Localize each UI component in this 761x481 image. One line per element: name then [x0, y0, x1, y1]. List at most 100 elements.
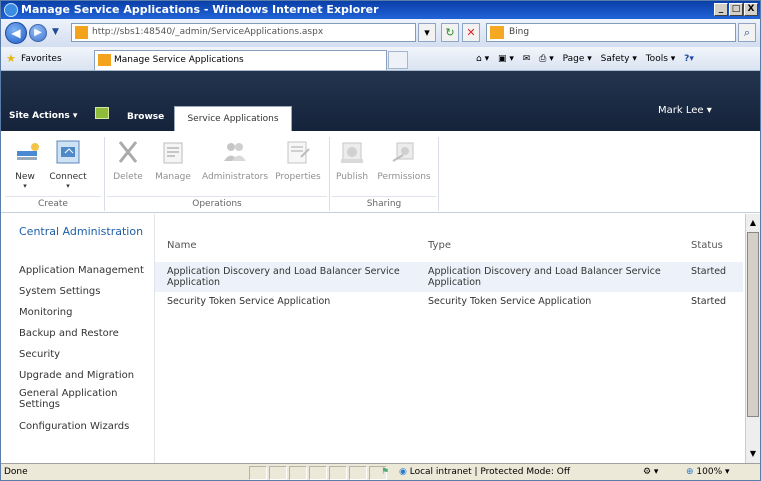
scroll-up-icon[interactable]: ▲ [746, 216, 760, 230]
maximize-button[interactable]: □ [729, 3, 743, 16]
new-button[interactable]: New ▾ [11, 139, 39, 190]
command-bar: ⌂ ▾ ▣ ▾ ✉ ⎙ ▾ Page ▾ Safety ▾ Tools ▾ ?▾ [476, 47, 700, 71]
search-input[interactable]: Bing [486, 23, 736, 42]
status-pane [249, 466, 267, 480]
ribbon-separator [438, 137, 439, 211]
status-text: Done [4, 467, 28, 477]
print-icon[interactable]: ⎙ ▾ [539, 54, 554, 64]
manage-icon [163, 142, 183, 164]
scroll-thumb[interactable] [747, 232, 759, 417]
search-button[interactable]: ⌕ [738, 23, 756, 42]
central-administration-link[interactable]: Central Administration [19, 225, 149, 238]
address-input[interactable]: http://sbs1:48540/_admin/ServiceApplicat… [71, 23, 416, 42]
favorites-button[interactable]: Favorites [21, 47, 62, 71]
nav-item-general-application-settings[interactable]: General Application Settings [19, 388, 139, 410]
forward-button[interactable]: ▶ [29, 24, 47, 42]
nav-item-upgrade-and-migration[interactable]: Upgrade and Migration [19, 370, 153, 382]
nav-item-monitoring[interactable]: Monitoring [19, 307, 153, 319]
zoom-text: 100% [696, 467, 723, 477]
administrators-button[interactable]: Administrators [201, 139, 269, 182]
row-name[interactable]: Security Token Service Application [167, 296, 407, 307]
close-button[interactable]: X [744, 3, 758, 16]
security-zone[interactable]: ◉ Local intranet | Protected Mode: Off [399, 464, 570, 480]
tab-service-applications[interactable]: Service Applications [174, 106, 292, 131]
user-menu[interactable]: Mark Lee ▾ [658, 105, 712, 116]
home-icon[interactable]: ⌂ ▾ [476, 54, 489, 64]
back-button[interactable]: ◀ [5, 22, 27, 44]
row-type: Security Token Service Application [428, 296, 592, 307]
address-dropdown-button[interactable]: ▾ [418, 23, 436, 42]
nav-item-application-management[interactable]: Application Management [19, 265, 153, 277]
ribbon-separator [104, 137, 105, 211]
stop-button[interactable]: ✕ [462, 23, 480, 42]
site-actions-menu[interactable]: Site Actions ▾ [9, 111, 77, 121]
publish-label: Publish [335, 172, 369, 182]
status-pane [309, 466, 327, 480]
feeds-icon[interactable]: ▣ ▾ [498, 54, 514, 64]
zoom-dropdown-icon[interactable]: ▾ [725, 467, 730, 477]
table-row[interactable]: Security Token Service Application Secur… [155, 296, 743, 312]
navigate-up-icon[interactable] [95, 107, 109, 119]
manage-label: Manage [155, 172, 191, 182]
favorites-star-icon: ★ [6, 52, 16, 65]
url-text: http://sbs1:48540/_admin/ServiceApplicat… [92, 27, 324, 37]
zoom-control[interactable]: ⊕ 100% ▾ [686, 464, 730, 480]
tab-browse[interactable]: Browse [127, 112, 164, 122]
ribbon-separator [329, 137, 330, 211]
scroll-down-icon[interactable]: ▼ [746, 447, 760, 461]
status-bar: Done ⚑ ◉ Local intranet | Protected Mode… [1, 463, 760, 480]
search-provider-text: Bing [509, 27, 530, 37]
history-dropdown-icon[interactable]: ▼ [52, 27, 59, 37]
delete-button[interactable]: Delete [112, 139, 144, 182]
title-bar: Manage Service Applications - Windows In… [1, 1, 760, 19]
permissions-button[interactable]: Permissions [374, 139, 434, 182]
sharepoint-header: Site Actions ▾ Browse Service Applicatio… [1, 71, 760, 131]
manage-button[interactable]: Manage [151, 139, 195, 182]
properties-label: Properties [275, 172, 321, 182]
browser-tab-active[interactable]: Manage Service Applications [94, 50, 387, 70]
row-status: Started [691, 296, 727, 307]
row-status: Started [691, 266, 727, 277]
permissions-icon [392, 142, 414, 162]
connect-button[interactable]: Connect ▾ [48, 139, 88, 190]
table-row[interactable]: Application Discovery and Load Balancer … [155, 262, 743, 292]
nav-item-configuration-wizards[interactable]: Configuration Wizards [19, 421, 153, 433]
nav-item-backup-and-restore[interactable]: Backup and Restore [19, 328, 153, 340]
nav-item-system-settings[interactable]: System Settings [19, 286, 153, 298]
tab-favicon-icon [98, 54, 111, 66]
group-operations-label: Operations [107, 196, 327, 212]
left-navigation: Central Administration Application Manag… [1, 214, 155, 463]
column-header-type[interactable]: Type [428, 240, 451, 251]
column-header-status[interactable]: Status [691, 240, 723, 251]
vertical-scrollbar[interactable]: ▲ ▼ [745, 214, 760, 463]
row-type: Application Discovery and Load Balancer … [428, 266, 661, 288]
help-icon[interactable]: ?▾ [684, 54, 694, 64]
window-title: Manage Service Applications - Windows In… [21, 3, 379, 16]
safety-menu[interactable]: Safety ▾ [601, 54, 637, 64]
row-name[interactable]: Application Discovery and Load Balancer … [167, 266, 402, 288]
tools-menu[interactable]: Tools ▾ [646, 54, 676, 64]
browser-window: Manage Service Applications - Windows In… [0, 0, 761, 481]
minimize-button[interactable]: _ [714, 3, 728, 16]
zoom-icon: ⊕ [686, 467, 694, 477]
status-pane [349, 466, 367, 480]
delete-icon [118, 141, 138, 163]
page-menu[interactable]: Page ▾ [563, 54, 592, 64]
mail-icon[interactable]: ✉ [523, 54, 531, 64]
group-create-label: Create [5, 196, 101, 212]
publish-button[interactable]: Publish [334, 139, 370, 182]
favorites-bar: ★ Favorites Manage Service Applications … [1, 47, 760, 71]
add-ons-icon[interactable]: ⚑ [381, 464, 389, 480]
group-sharing-label: Sharing [332, 196, 436, 212]
refresh-button[interactable]: ↻ [441, 23, 459, 42]
protected-mode-icon[interactable]: ⚙ ▾ [643, 464, 658, 480]
delete-label: Delete [113, 172, 143, 182]
nav-item-security[interactable]: Security [19, 349, 153, 361]
address-row: ◀ ▶ ▼ http://sbs1:48540/_admin/ServiceAp… [1, 19, 760, 47]
column-header-name[interactable]: Name [167, 240, 197, 251]
new-label: New [15, 172, 35, 182]
properties-button[interactable]: Properties [273, 139, 323, 182]
new-tab-button[interactable] [388, 51, 408, 69]
site-favicon-icon [75, 26, 88, 39]
connect-label: Connect [49, 172, 87, 182]
